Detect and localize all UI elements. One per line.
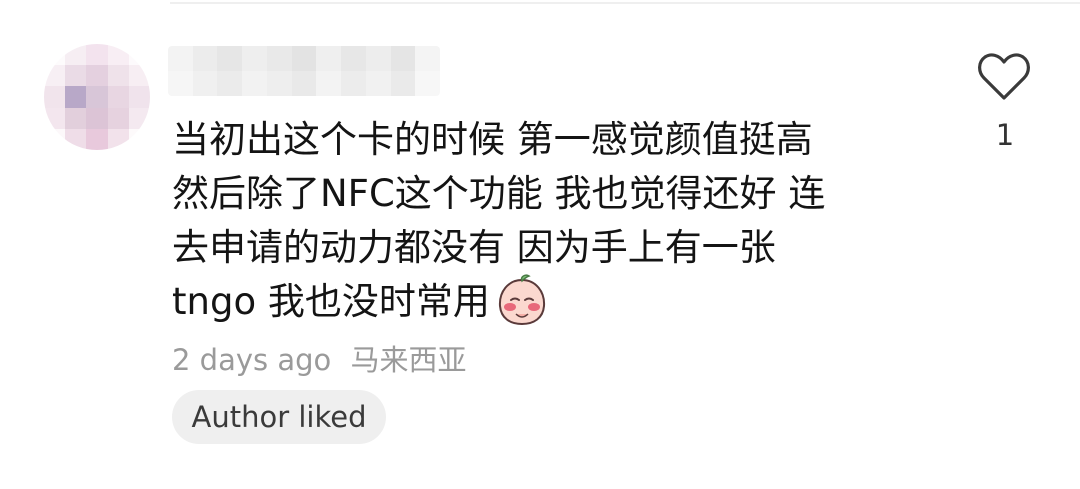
top-divider: [170, 2, 1080, 4]
like-count: 1: [995, 118, 1015, 152]
like-button[interactable]: [972, 48, 1036, 110]
heart-outline-icon: [976, 52, 1032, 106]
avatar[interactable]: [44, 44, 150, 150]
comment-line: 去申请的动力都没有 因为手上有一张: [172, 226, 776, 269]
blushing-peach-sticker-icon: [496, 273, 548, 326]
comment-text: 当初出这个卡的时候 第一感觉颜值挺高 然后除了NFC这个功能 我也觉得还好 连 …: [172, 113, 912, 330]
username-blurred[interactable]: [168, 46, 440, 96]
comment-line: 当初出这个卡的时候 第一感觉颜值挺高: [172, 118, 813, 161]
comment-location: 马来西亚: [350, 343, 467, 377]
comment-line: 然后除了NFC这个功能 我也觉得还好 连: [172, 172, 826, 215]
author-liked-badge: Author liked: [172, 390, 386, 444]
comment-line: tngo 我也没时常用: [172, 280, 490, 323]
comment-timestamp: 2 days ago: [172, 343, 332, 377]
comment-meta: 2 days ago 马来西亚: [172, 337, 467, 379]
